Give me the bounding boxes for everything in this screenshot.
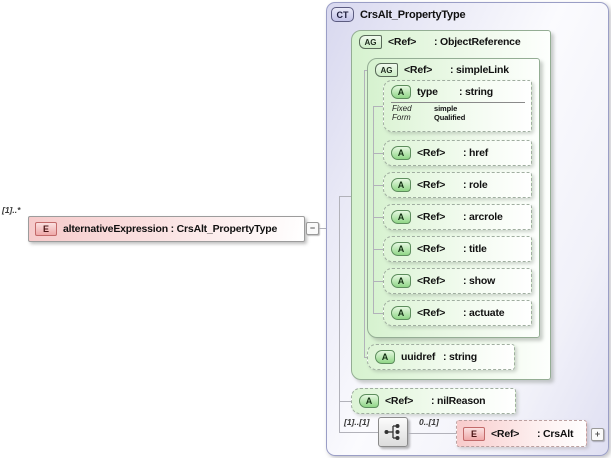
- sequence-compositor[interactable]: [378, 417, 408, 447]
- attribute-name: <Ref>: [417, 211, 446, 223]
- root-element-cardinality: [1]..*: [2, 205, 21, 215]
- attribute-name: <Ref>: [417, 179, 446, 191]
- attribute-role[interactable]: A <Ref> : role: [383, 172, 532, 198]
- element-crsalt[interactable]: E <Ref> : CrsAlt: [456, 420, 587, 447]
- complex-type-title: CrsAlt_PropertyType: [360, 8, 466, 21]
- attribute-actuate[interactable]: A <Ref> : actuate: [383, 300, 532, 326]
- attribute-datatype: : actuate: [463, 307, 505, 319]
- simple-link-type: : simpleLink: [450, 64, 509, 76]
- element-icon: E: [463, 426, 485, 441]
- crsalt-name: <Ref>: [491, 427, 520, 440]
- crsalt-type: : CrsAlt: [537, 427, 574, 440]
- minus-icon: −: [309, 223, 316, 233]
- connector-line: [373, 153, 383, 154]
- attribute-datatype: : href: [463, 147, 489, 159]
- attribute-type[interactable]: A type : string Fixed simple Form Qualif…: [383, 80, 532, 132]
- attribute-type-facets: Fixed simple Form Qualified: [391, 102, 525, 122]
- attribute-datatype: : string: [443, 351, 477, 363]
- attribute-group-icon: AG: [359, 35, 382, 49]
- facet-label: Form: [392, 113, 411, 122]
- connector-line: [373, 249, 383, 250]
- attribute-group-icon: AG: [375, 63, 398, 77]
- attribute-icon: A: [391, 85, 411, 99]
- attribute-title[interactable]: A <Ref> : title: [383, 236, 532, 262]
- attribute-name: <Ref>: [417, 147, 446, 159]
- attribute-type-name: type: [417, 86, 438, 98]
- sequence-icon: [384, 424, 400, 440]
- connector-line: [373, 313, 383, 314]
- object-reference-type: : ObjectReference: [434, 36, 521, 48]
- expand-button[interactable]: +: [591, 428, 604, 441]
- attribute-icon: A: [359, 394, 379, 408]
- sequence-cardinality: [1]..[1]: [344, 417, 370, 427]
- attribute-uuidref[interactable]: A uuidref : string: [367, 344, 515, 370]
- element-alternative-expression[interactable]: E alternativeExpression : CrsAlt_Propert…: [28, 216, 305, 242]
- attribute-show[interactable]: A <Ref> : show: [383, 268, 532, 294]
- attribute-icon: A: [391, 306, 411, 320]
- attribute-name: <Ref>: [417, 275, 446, 287]
- attribute-name: <Ref>: [417, 243, 446, 255]
- object-reference-header: AG <Ref> : ObjectReference: [352, 31, 550, 49]
- attribute-type-row: A type : string: [384, 81, 531, 99]
- connector-trunk: [373, 106, 374, 314]
- simple-link-name: <Ref>: [404, 64, 433, 76]
- attribute-icon: A: [391, 146, 411, 160]
- attribute-datatype: : show: [463, 275, 496, 287]
- attribute-name: <Ref>: [417, 307, 446, 319]
- connector-trunk: [364, 70, 365, 358]
- attribute-name: uuidref: [401, 351, 436, 363]
- attribute-type-datatype: : string: [459, 86, 493, 98]
- attribute-datatype: : nilReason: [431, 395, 486, 407]
- element-icon: E: [35, 222, 57, 236]
- connector-line: [408, 433, 456, 434]
- connector-trunk: [339, 196, 340, 433]
- connector-line: [373, 217, 383, 218]
- attribute-icon: A: [391, 242, 411, 256]
- connector-line: [373, 281, 383, 282]
- complex-type-icon: CT: [331, 7, 354, 22]
- complex-type-header: CT CrsAlt_PropertyType: [331, 7, 466, 22]
- attribute-datatype: : title: [463, 243, 487, 255]
- connector-line: [339, 196, 351, 197]
- connector-line: [339, 401, 351, 402]
- connector-line: [339, 432, 378, 433]
- attribute-icon: A: [375, 350, 395, 364]
- connector-line: [373, 106, 383, 107]
- attribute-icon: A: [391, 274, 411, 288]
- attribute-datatype: : arcrole: [463, 211, 503, 223]
- attribute-icon: A: [391, 210, 411, 224]
- child-element-cardinality: 0..[1]: [419, 417, 439, 427]
- attribute-nil-reason[interactable]: A <Ref> : nilReason: [351, 388, 516, 414]
- facet-value: simple: [434, 104, 458, 113]
- connector-line: [373, 185, 383, 186]
- attribute-arcrole[interactable]: A <Ref> : arcrole: [383, 204, 532, 230]
- facet-label: Fixed: [392, 104, 412, 113]
- simple-link-header: AG <Ref> : simpleLink: [368, 59, 539, 77]
- plus-icon: +: [594, 429, 601, 439]
- element-label: alternativeExpression : CrsAlt_PropertyT…: [63, 223, 278, 235]
- attribute-icon: A: [391, 178, 411, 192]
- object-reference-name: <Ref>: [388, 36, 417, 48]
- attribute-datatype: : role: [463, 179, 488, 191]
- attribute-name: <Ref>: [385, 395, 414, 407]
- xsd-diagram: [1]..* E alternativeExpression : CrsAlt_…: [0, 0, 611, 458]
- facet-value: Qualified: [434, 113, 466, 122]
- collapse-button[interactable]: −: [306, 222, 319, 235]
- attribute-href[interactable]: A <Ref> : href: [383, 140, 532, 166]
